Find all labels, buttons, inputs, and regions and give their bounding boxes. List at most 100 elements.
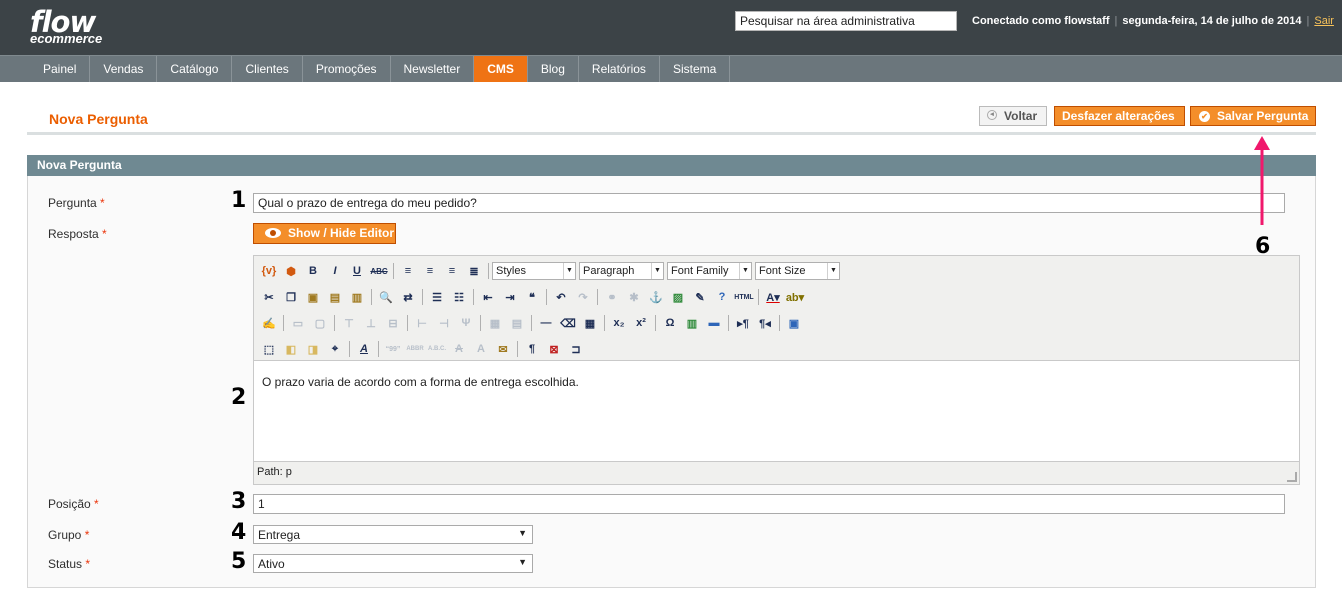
- ltr-icon[interactable]: ▸¶: [732, 313, 754, 333]
- fullscreen-icon[interactable]: ▣: [783, 313, 805, 333]
- nav-item-newsletter[interactable]: Newsletter: [391, 56, 475, 82]
- style-props-icon[interactable]: A: [353, 339, 375, 359]
- attributes-icon[interactable]: ✉: [492, 339, 514, 359]
- page-title: Nova Pergunta: [49, 111, 148, 127]
- delete-col-icon[interactable]: Ψ: [455, 313, 477, 333]
- nav-item-cms[interactable]: CMS: [474, 56, 528, 82]
- new-document-icon[interactable]: ✍: [258, 313, 280, 333]
- align-right-icon[interactable]: ≡: [441, 261, 463, 281]
- move-backward-icon[interactable]: ◨: [302, 339, 324, 359]
- separator: [283, 315, 284, 331]
- nav-item-vendas[interactable]: Vendas: [90, 56, 158, 82]
- nav-item-sistema[interactable]: Sistema: [660, 56, 731, 82]
- table-cell-props-icon[interactable]: ▢: [309, 313, 331, 333]
- nav-item-catalogo[interactable]: Catálogo: [157, 56, 233, 82]
- advanced-hr-icon[interactable]: ▬: [703, 313, 725, 333]
- deletion-icon[interactable]: A: [448, 339, 470, 359]
- absolute-position-icon[interactable]: ⌖: [324, 339, 346, 359]
- resize-handle[interactable]: [1287, 472, 1297, 482]
- cleanup-icon[interactable]: ✎: [689, 287, 711, 307]
- superscript-icon[interactable]: x²: [630, 313, 652, 333]
- subscript-icon[interactable]: x₂: [608, 313, 630, 333]
- font-family-select[interactable]: Font Family ▼: [667, 262, 752, 280]
- insert-layer-icon[interactable]: ⬚: [258, 339, 280, 359]
- reset-button[interactable]: Desfazer alterações: [1054, 106, 1185, 126]
- special-char-icon[interactable]: Ω: [659, 313, 681, 333]
- insert-table-icon[interactable]: ▦: [579, 313, 601, 333]
- horizontal-rule-icon[interactable]: —: [535, 313, 557, 333]
- html-source-icon[interactable]: HTML: [733, 287, 755, 307]
- question-input[interactable]: [253, 193, 1285, 213]
- nav-item-blog[interactable]: Blog: [528, 56, 579, 82]
- text-color-icon[interactable]: A▾: [762, 287, 784, 307]
- nav-item-promocoes[interactable]: Promoções: [303, 56, 391, 82]
- chevron-down-icon: ▼: [563, 263, 575, 279]
- paste-icon[interactable]: ▣: [302, 287, 324, 307]
- insertion-icon[interactable]: A: [470, 339, 492, 359]
- outdent-icon[interactable]: ⇤: [477, 287, 499, 307]
- format-select[interactable]: Paragraph ▼: [579, 262, 664, 280]
- table-row-props-icon[interactable]: ▭: [287, 313, 309, 333]
- find-icon[interactable]: 🔍: [375, 287, 397, 307]
- italic-icon[interactable]: I: [324, 261, 346, 281]
- move-forward-icon[interactable]: ◧: [280, 339, 302, 359]
- nonbreaking-icon[interactable]: ⊠: [543, 339, 565, 359]
- redo-icon[interactable]: ↷: [572, 287, 594, 307]
- media-icon[interactable]: ▥: [681, 313, 703, 333]
- editor-content-area[interactable]: O prazo varia de acordo com a forma de e…: [254, 360, 1299, 462]
- delete-row-icon[interactable]: ⊟: [382, 313, 404, 333]
- styles-select[interactable]: Styles ▼: [492, 262, 576, 280]
- link-icon[interactable]: ⚭: [601, 287, 623, 307]
- position-input[interactable]: [253, 494, 1285, 514]
- paste-text-icon[interactable]: ▤: [324, 287, 346, 307]
- merge-cells-icon[interactable]: ▤: [506, 313, 528, 333]
- save-button[interactable]: ✔ Salvar Pergunta: [1190, 106, 1316, 126]
- nav-item-relatorios[interactable]: Relatórios: [579, 56, 660, 82]
- image-icon[interactable]: ▨: [667, 287, 689, 307]
- copy-icon[interactable]: ❐: [280, 287, 302, 307]
- abbreviation-icon[interactable]: ABBR: [404, 339, 426, 359]
- citation-icon[interactable]: “99”: [382, 339, 404, 359]
- logo[interactable]: flow ecommerce: [30, 8, 102, 46]
- nav-item-clientes[interactable]: Clientes: [232, 56, 303, 82]
- nav-item-painel[interactable]: Painel: [30, 56, 91, 82]
- bullet-list-icon[interactable]: ☰: [426, 287, 448, 307]
- insert-variable-icon[interactable]: {v}: [258, 261, 280, 281]
- separator: [758, 289, 759, 305]
- acronym-icon[interactable]: A.B.C.: [426, 339, 448, 359]
- align-justify-icon[interactable]: ≣: [463, 261, 485, 281]
- rtl-icon[interactable]: ¶◂: [754, 313, 776, 333]
- numbered-list-icon[interactable]: ☷: [448, 287, 470, 307]
- unlink-icon[interactable]: ✱: [623, 287, 645, 307]
- strikethrough-icon[interactable]: ABC: [368, 261, 390, 281]
- replace-icon[interactable]: ⇄: [397, 287, 419, 307]
- insert-col-before-icon[interactable]: ⊢: [411, 313, 433, 333]
- toggle-editor-button[interactable]: Show / Hide Editor: [253, 223, 396, 244]
- insert-row-before-icon[interactable]: ⊤: [338, 313, 360, 333]
- background-color-icon[interactable]: ab▾: [784, 287, 806, 307]
- align-left-icon[interactable]: ≡: [397, 261, 419, 281]
- insert-row-after-icon[interactable]: ⊥: [360, 313, 382, 333]
- insert-widget-icon[interactable]: ⬢: [280, 261, 302, 281]
- logout-link[interactable]: Sair: [1314, 15, 1334, 27]
- undo-icon[interactable]: ↶: [550, 287, 572, 307]
- back-button[interactable]: ◂ Voltar: [979, 106, 1047, 126]
- indent-icon[interactable]: ⇥: [499, 287, 521, 307]
- bold-icon[interactable]: B: [302, 261, 324, 281]
- blockquote-icon[interactable]: ❝: [521, 287, 543, 307]
- split-cells-icon[interactable]: ▦: [484, 313, 506, 333]
- insert-col-after-icon[interactable]: ⊣: [433, 313, 455, 333]
- paste-word-icon[interactable]: ▥: [346, 287, 368, 307]
- cut-icon[interactable]: ✂: [258, 287, 280, 307]
- remove-format-icon[interactable]: ⌫: [557, 313, 579, 333]
- global-search-input[interactable]: [735, 11, 957, 31]
- font-size-select[interactable]: Font Size ▼: [755, 262, 840, 280]
- show-invisibles-icon[interactable]: ¶: [521, 339, 543, 359]
- status-select[interactable]: Ativo ▼: [253, 554, 533, 573]
- underline-icon[interactable]: U: [346, 261, 368, 281]
- help-icon[interactable]: ?: [711, 287, 733, 307]
- group-select[interactable]: Entrega ▼: [253, 525, 533, 544]
- align-center-icon[interactable]: ≡: [419, 261, 441, 281]
- anchor-icon[interactable]: ⚓: [645, 287, 667, 307]
- pagebreak-icon[interactable]: ⊐: [565, 339, 587, 359]
